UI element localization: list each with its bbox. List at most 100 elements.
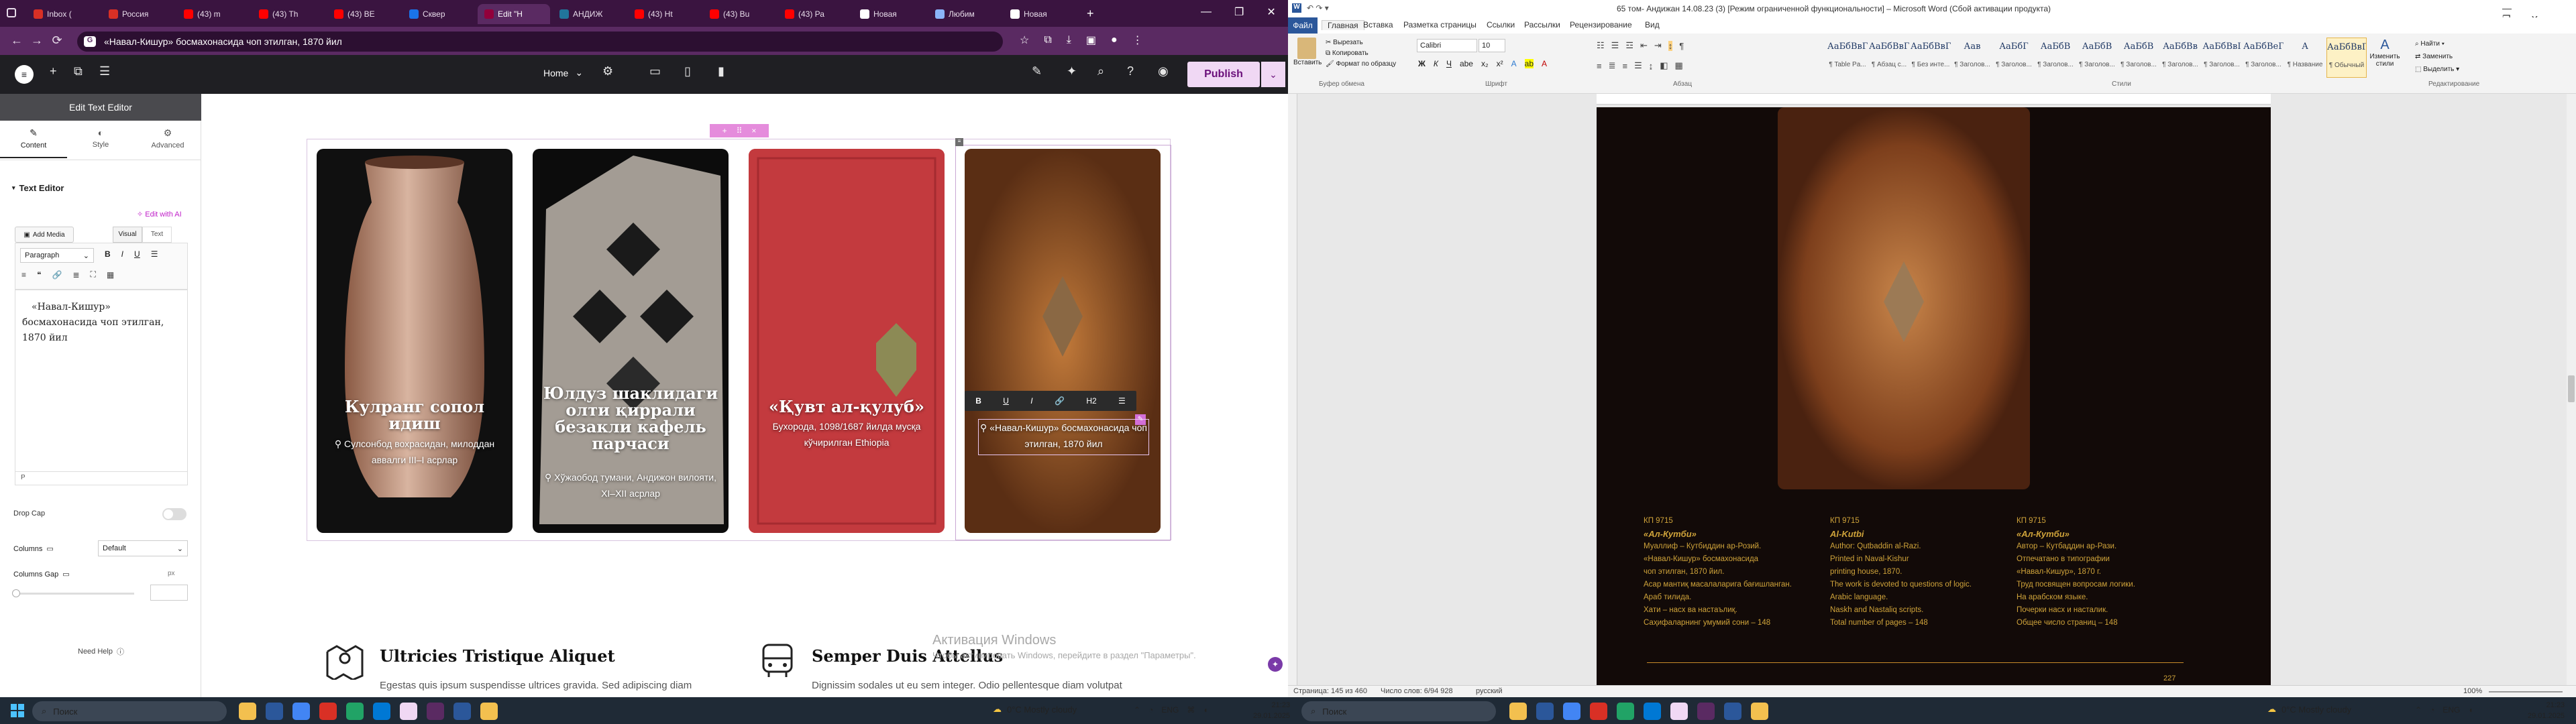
browser-tab[interactable]: Россия (102, 4, 174, 24)
font-color-icon[interactable]: A (1542, 59, 1547, 68)
tab-advanced[interactable]: ⚙ Advanced (134, 127, 201, 149)
close-icon[interactable]: ✕ (1267, 5, 1275, 19)
clock-2[interactable]: 21:23 29.01.2025 (2528, 700, 2565, 721)
font-name-select[interactable]: Calibri (1417, 39, 1477, 52)
tab-view[interactable]: Вид (1645, 20, 1660, 29)
multilevel-icon[interactable]: ☲ (1625, 40, 1633, 51)
back-icon[interactable]: ← (7, 34, 27, 48)
style-item[interactable]: Аав ¶ Заголов... (1952, 38, 1992, 78)
taskbar-app-icon[interactable] (1617, 703, 1634, 720)
document-column[interactable]: КП 9715 «Ал-Кутби» Автор – Кутбаддин ар-Ра… (2017, 515, 2198, 629)
taskbar-app-icon[interactable] (453, 703, 471, 720)
bookmark-icon[interactable]: ☆ (1020, 34, 1029, 47)
tab-home[interactable]: Главная (1322, 20, 1364, 30)
tab-search-icon[interactable] (7, 8, 16, 17)
style-item[interactable]: АаБбВеГ ¶ Заголов... (2243, 38, 2284, 78)
tab-style[interactable]: ◐ Style (67, 127, 134, 149)
kitchen-sink-icon[interactable]: ▦ (107, 270, 114, 280)
section-text-editor[interactable]: ▾ Text Editor (12, 183, 64, 193)
card-tile-fragment[interactable]: Юлдуз шаклидаги олти қиррали безакли каф… (533, 149, 729, 533)
align-left-icon[interactable]: ≡ (1597, 61, 1602, 71)
status-words[interactable]: Число слов: 6/94 928 (1381, 687, 1453, 695)
columns-gap-input[interactable] (150, 585, 188, 601)
close-section-icon[interactable]: × (751, 126, 756, 135)
forward-icon[interactable]: → (27, 34, 47, 48)
browser-tab[interactable]: (43) Ра (778, 4, 851, 24)
borders-icon[interactable]: ▦ (1675, 60, 1683, 71)
decrease-indent-icon[interactable]: ⇤ (1640, 40, 1648, 51)
browser-tab[interactable]: (43) ВЕ (327, 4, 400, 24)
change-styles-button[interactable]: A Изменить стили (2368, 38, 2402, 78)
style-item[interactable]: АаБбВвГ ¶ Table Pa... (1827, 38, 1868, 78)
unit-label[interactable]: px (168, 570, 175, 577)
url-input[interactable]: G «Навал-Кишур» босмахонасида чоп этилга… (77, 32, 1003, 52)
tab-layout[interactable]: Разметка страницы (1403, 20, 1477, 29)
taskbar-app-icon[interactable] (1644, 703, 1661, 720)
editor-content[interactable]: «Навал-Кишур» босмахонасида чоп этилган,… (15, 290, 187, 355)
style-item[interactable]: АаБбВ ¶ Заголов... (2118, 38, 2159, 78)
vertical-scrollbar[interactable] (2567, 94, 2576, 685)
card-brown-book[interactable] (965, 149, 1161, 533)
volume-icon[interactable]: ◖ (2468, 705, 2473, 715)
maximize-icon[interactable]: ❐ (1234, 5, 1244, 19)
page-settings-icon[interactable]: ⚙ (602, 64, 613, 78)
taskbar-app-icon[interactable] (1670, 703, 1688, 720)
browser-tab[interactable]: Новая (1004, 4, 1076, 24)
taskbar-app-icon[interactable] (373, 703, 390, 720)
bullet-list-icon[interactable]: ☰ (151, 249, 158, 259)
card-red-manuscript[interactable]: «Қувт ал-қулуб» Бухорода, 1098/1687 йилд… (749, 149, 945, 533)
taskbar-app-icon[interactable] (427, 703, 444, 720)
browser-tab[interactable]: Любим (928, 4, 1001, 24)
taskbar-search-2[interactable]: ⌕ Поиск (1301, 701, 1496, 721)
columns-select[interactable]: Default ⌄ (98, 540, 188, 556)
profile-icon[interactable]: ● (1111, 34, 1118, 46)
minimize-icon[interactable]: — (1201, 6, 1212, 18)
browser-tab[interactable]: АНДИЖ (553, 4, 625, 24)
wifi-icon[interactable]: ◔ (2430, 705, 2434, 715)
status-page[interactable]: Страница: 145 из 460 (1293, 687, 1367, 695)
justify-icon[interactable]: ☰ (1634, 60, 1642, 71)
taskbar-app-icon[interactable] (1536, 703, 1554, 720)
style-item[interactable]: А ¶ Название (2285, 38, 2325, 78)
superscript-icon[interactable]: x² (1497, 59, 1503, 68)
link-icon[interactable]: 🔗 (1055, 396, 1065, 406)
align-right-icon[interactable]: ≡ (1623, 61, 1628, 71)
section-handle[interactable]: + ⠿ × (710, 124, 769, 137)
heading-icon[interactable]: H2 (1086, 396, 1096, 406)
italic-icon[interactable]: I (1030, 396, 1032, 406)
drop-cap-toggle[interactable] (162, 508, 186, 520)
taskbar-app-icon[interactable] (1509, 703, 1527, 720)
tray-chevron-icon[interactable]: ⌃ (1134, 705, 1140, 715)
help-icon[interactable]: ? (1127, 64, 1134, 78)
tablet-view-icon[interactable]: ▯ (684, 64, 691, 78)
bold-icon[interactable]: B (105, 249, 111, 259)
site-info-icon[interactable]: G (84, 36, 96, 47)
sort-icon[interactable]: ↕ (1668, 40, 1673, 51)
browser-tab[interactable]: Новая (853, 4, 926, 24)
font-size-select[interactable]: 10 (1479, 39, 1505, 52)
strikethrough-icon[interactable]: abe (1460, 59, 1473, 68)
card-subtitle-editing[interactable]: ⚲ «Навал-Кишур» босмахонасида чоп этилга… (978, 419, 1149, 455)
underline-icon[interactable]: U (134, 249, 140, 259)
card-clay-vessel[interactable]: Кулранг сопол идиш ⚲ Сулсонбод вохрасида… (317, 149, 513, 533)
preview-icon[interactable]: ◉ (1158, 64, 1169, 78)
style-item[interactable]: АаБбВв ¶ Заголов... (2160, 38, 2200, 78)
edit-icon[interactable]: ✎ (1032, 64, 1042, 78)
taskbar-app-icon[interactable] (292, 703, 310, 720)
italic-icon[interactable]: К (1434, 59, 1438, 68)
line-spacing-icon[interactable]: ↨ (1649, 61, 1654, 71)
replace-button[interactable]: ⇄ Заменить (2415, 50, 2459, 63)
status-language[interactable]: русский (1476, 687, 1502, 695)
underline-icon[interactable]: U (1003, 396, 1009, 406)
taskbar-app-icon[interactable] (400, 703, 417, 720)
add-section-icon[interactable]: + (722, 126, 727, 135)
add-element-icon[interactable]: + (50, 64, 57, 78)
weather-widget[interactable]: ☁ 0°C Mostly cloudy (993, 704, 1077, 715)
link-icon[interactable]: 🔗 (52, 270, 62, 280)
highlight-icon[interactable]: ab (1524, 59, 1534, 68)
document-column[interactable]: КП 9715 «Ал-Кутби» Муаллиф – Кутбиддин ар-… (1644, 515, 1825, 629)
text-tab[interactable]: Text (142, 227, 172, 243)
browser-tab[interactable]: (43) Ht (628, 4, 700, 24)
clock[interactable]: 21:23 29.01.2025 (1253, 700, 1290, 721)
style-item[interactable]: АаБбВвГ ¶ Абзац с... (1869, 38, 1909, 78)
